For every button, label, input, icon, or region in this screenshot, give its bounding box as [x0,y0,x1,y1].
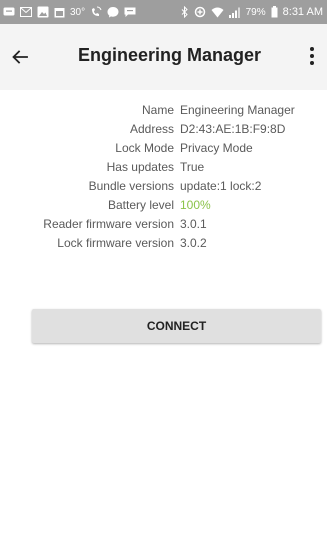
detail-label: Battery level [107,197,174,212]
connect-button[interactable]: CONNECT [32,309,321,343]
status-bar: 30° 79% 8:31 AM [0,0,327,24]
detail-label: Name [141,102,174,117]
page-title: Engineering Manager [78,45,262,65]
detail-row-lock-mode: Lock Mode Privacy Mode [0,138,327,157]
detail-label: Lock Mode [115,140,174,155]
detail-label: Bundle versions [88,178,174,193]
detail-row-reader-firmware: Reader firmware version 3.0.1 [0,214,327,233]
more-vert-icon [310,47,314,51]
back-button[interactable] [9,46,31,68]
gallery-icon [37,6,49,18]
messenger-icon [107,6,119,18]
detail-value: Privacy Mode [180,140,253,155]
arrow-left-icon [12,50,28,64]
message-icon [3,6,15,18]
status-bar-notifications: 30° [3,6,136,18]
detail-label: Lock firmware version [57,235,174,250]
battery-level-value: 100% [180,197,211,212]
detail-value: 3.0.2 [180,235,207,250]
detail-label: Reader firmware version [43,216,174,231]
status-bar-system: 79% 8:31 AM [181,6,323,18]
battery-percent: 79% [245,6,266,18]
detail-value: True [180,159,205,174]
app-bar: Engineering Manager [0,24,327,90]
detail-value: update:1 lock:2 [180,178,262,193]
detail-value: 3.0.1 [180,216,207,231]
detail-label: Address [129,121,174,136]
clock: 8:31 AM [282,6,323,18]
lock-details-panel: Name Engineering Manager Address D2:43:A… [0,90,327,539]
calendar-icon [54,6,65,18]
detail-label: Has updates [106,159,174,174]
details-list: Name Engineering Manager Address D2:43:A… [0,100,327,252]
battery-icon [271,6,278,18]
detail-row-lock-firmware: Lock firmware version 3.0.2 [0,233,327,252]
data-saver-icon [194,6,206,18]
gmail-icon [20,6,32,18]
detail-row-name: Name Engineering Manager [0,100,327,119]
chat-icon [124,6,136,18]
signal-icon [228,6,241,18]
detail-row-battery-level: Battery level 100% [0,195,327,214]
detail-value: Engineering Manager [180,102,295,117]
wifi-icon [211,6,224,18]
more-options-button[interactable] [305,43,319,69]
wifi-calling-icon [90,6,102,18]
detail-row-has-updates: Has updates True [0,157,327,176]
bluetooth-icon [181,6,189,18]
detail-row-bundle-versions: Bundle versions update:1 lock:2 [0,176,327,195]
detail-row-address: Address D2:43:AE:1B:F9:8D [0,119,327,138]
temperature-icon: 30° [70,6,86,18]
detail-value: D2:43:AE:1B:F9:8D [180,121,286,136]
